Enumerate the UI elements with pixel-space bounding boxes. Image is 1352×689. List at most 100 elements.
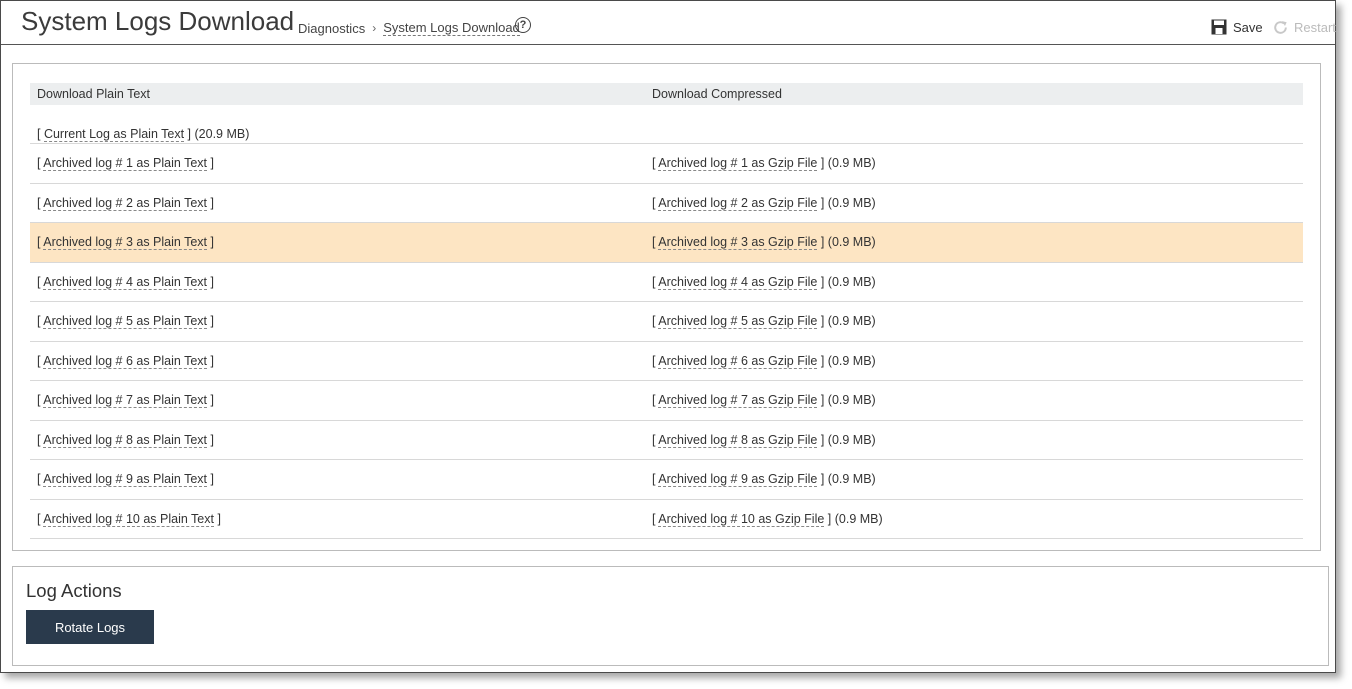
bracket: ]: [207, 353, 214, 368]
plain-text-cell: [ Archived log # 4 as Plain Text ]: [37, 274, 214, 290]
table-row: [ Archived log # 1 as Plain Text ] [ Arc…: [30, 144, 1303, 184]
bracket: ]: [207, 393, 214, 408]
bracket: ]: [207, 195, 214, 210]
plain-text-cell: [ Current Log as Plain Text ] (20.9 MB): [37, 127, 250, 142]
gzip-cell: [ Archived log # 4 as Gzip File ] (0.9 M…: [652, 274, 876, 290]
gzip-cell: [ Archived log # 2 as Gzip File ] (0.9 M…: [652, 195, 876, 211]
file-size: (0.9 MB): [827, 195, 876, 210]
file-size: (0.9 MB): [827, 432, 876, 447]
bracket: ]: [817, 314, 828, 329]
table-row: [ Archived log # 8 as Plain Text ] [ Arc…: [30, 421, 1303, 460]
bracket: [: [37, 127, 44, 141]
table-row: [ Archived log # 6 as Plain Text ] [ Arc…: [30, 342, 1303, 381]
gzip-download-link[interactable]: Archived log # 7 as Gzip File: [658, 393, 818, 409]
table-row: [ Archived log # 7 as Plain Text ] [ Arc…: [30, 381, 1303, 421]
column-header-compressed: Download Compressed: [652, 87, 782, 101]
plain-text-download-link[interactable]: Archived log # 7 as Plain Text: [43, 393, 208, 409]
bracket: ]: [817, 235, 828, 250]
plain-text-download-link[interactable]: Archived log # 8 as Plain Text: [43, 432, 208, 448]
table-row: [ Archived log # 5 as Plain Text ] [ Arc…: [30, 302, 1303, 342]
file-size: (0.9 MB): [834, 511, 883, 526]
plain-text-download-link[interactable]: Archived log # 5 as Plain Text: [43, 314, 208, 330]
table-row: [ Archived log # 10 as Plain Text ] [ Ar…: [30, 500, 1303, 539]
plain-text-download-link[interactable]: Archived log # 4 as Plain Text: [43, 274, 208, 290]
bracket: ]: [817, 195, 828, 210]
file-size: (20.9 MB): [194, 127, 250, 141]
plain-text-download-link[interactable]: Current Log as Plain Text: [43, 127, 185, 142]
gzip-download-link[interactable]: Archived log # 2 as Gzip File: [658, 195, 818, 211]
file-size: (0.9 MB): [827, 393, 876, 408]
table-header: Download Plain Text Download Compressed: [30, 83, 1303, 105]
table-row: [ Archived log # 3 as Plain Text ] [ Arc…: [30, 223, 1303, 263]
log-actions-title: Log Actions: [26, 580, 122, 601]
table-body: [ Current Log as Plain Text ] (20.9 MB)[…: [30, 105, 1303, 539]
gzip-download-link[interactable]: Archived log # 8 as Gzip File: [658, 432, 818, 448]
gzip-cell: [ Archived log # 10 as Gzip File ] (0.9 …: [652, 511, 883, 527]
downloads-panel: Download Plain Text Download Compressed …: [12, 63, 1321, 551]
gzip-download-link[interactable]: Archived log # 6 as Gzip File: [658, 353, 818, 369]
gzip-cell: [ Archived log # 6 as Gzip File ] (0.9 M…: [652, 353, 876, 369]
restart-icon: [1274, 21, 1287, 34]
table-row: [ Archived log # 9 as Plain Text ] [ Arc…: [30, 460, 1303, 500]
bracket: ]: [207, 472, 214, 487]
help-icon[interactable]: ?: [515, 17, 531, 33]
page-title: System Logs Download: [21, 6, 295, 36]
file-size: (0.9 MB): [827, 274, 876, 289]
bracket: ]: [207, 314, 214, 329]
bracket: ]: [207, 156, 214, 171]
plain-text-cell: [ Archived log # 2 as Plain Text ]: [37, 195, 214, 211]
plain-text-cell: [ Archived log # 9 as Plain Text ]: [37, 472, 214, 488]
table-row: [ Archived log # 4 as Plain Text ] [ Arc…: [30, 263, 1303, 302]
plain-text-download-link[interactable]: Archived log # 1 as Plain Text: [43, 156, 208, 172]
gzip-cell: [ Archived log # 9 as Gzip File ] (0.9 M…: [652, 472, 876, 488]
plain-text-cell: [ Archived log # 1 as Plain Text ]: [37, 156, 214, 172]
gzip-download-link[interactable]: Archived log # 10 as Gzip File: [658, 511, 825, 527]
plain-text-download-link[interactable]: Archived log # 10 as Plain Text: [43, 511, 214, 527]
bracket: ]: [817, 472, 828, 487]
plain-text-cell: [ Archived log # 5 as Plain Text ]: [37, 314, 214, 330]
table-row: [ Archived log # 2 as Plain Text ] [ Arc…: [30, 184, 1303, 223]
restart-button[interactable]: Restart: [1272, 19, 1336, 36]
plain-text-download-link[interactable]: Archived log # 3 as Plain Text: [43, 235, 208, 251]
plain-text-download-link[interactable]: Archived log # 9 as Plain Text: [43, 472, 208, 488]
file-size: (0.9 MB): [827, 235, 876, 250]
gzip-download-link[interactable]: Archived log # 5 as Gzip File: [658, 314, 818, 330]
save-icon: [1211, 19, 1227, 35]
gzip-cell: [ Archived log # 7 as Gzip File ] (0.9 M…: [652, 393, 876, 409]
breadcrumb: Diagnostics › System Logs Download: [298, 20, 520, 36]
restart-label: Restart: [1294, 20, 1336, 35]
file-size: (0.9 MB): [827, 314, 876, 329]
plain-text-cell: [ Archived log # 10 as Plain Text ]: [37, 511, 221, 527]
breadcrumb-system-logs-download[interactable]: System Logs Download: [383, 20, 520, 36]
breadcrumb-diagnostics[interactable]: Diagnostics: [298, 21, 365, 36]
gzip-download-link[interactable]: Archived log # 9 as Gzip File: [658, 472, 818, 488]
table-row: [ Current Log as Plain Text ] (20.9 MB): [30, 105, 1303, 144]
chevron-right-icon: ›: [372, 21, 377, 35]
bracket: ]: [824, 511, 835, 526]
plain-text-cell: [ Archived log # 6 as Plain Text ]: [37, 353, 214, 369]
file-size: (0.9 MB): [827, 353, 876, 368]
gzip-cell: [ Archived log # 3 as Gzip File ] (0.9 M…: [652, 235, 876, 251]
rotate-logs-button[interactable]: Rotate Logs: [26, 610, 154, 644]
bracket: ]: [184, 127, 195, 141]
logs-table: Download Plain Text Download Compressed …: [30, 83, 1303, 539]
log-actions-panel: Log Actions Rotate Logs: [12, 566, 1329, 666]
save-button[interactable]: Save: [1211, 19, 1263, 35]
file-size: (0.9 MB): [827, 472, 876, 487]
gzip-download-link[interactable]: Archived log # 3 as Gzip File: [658, 235, 818, 251]
file-size: (0.9 MB): [827, 156, 876, 171]
gzip-cell: [ Archived log # 1 as Gzip File ] (0.9 M…: [652, 156, 876, 172]
gzip-cell: [ Archived log # 5 as Gzip File ] (0.9 M…: [652, 314, 876, 330]
app-window: System Logs Download Diagnostics › Syste…: [0, 0, 1336, 673]
plain-text-cell: [ Archived log # 3 as Plain Text ]: [37, 235, 214, 251]
plain-text-cell: [ Archived log # 8 as Plain Text ]: [37, 432, 214, 448]
plain-text-download-link[interactable]: Archived log # 2 as Plain Text: [43, 195, 208, 211]
bracket: ]: [817, 432, 828, 447]
plain-text-download-link[interactable]: Archived log # 6 as Plain Text: [43, 353, 208, 369]
bracket: ]: [207, 432, 214, 447]
bracket: ]: [207, 235, 214, 250]
bracket: ]: [213, 511, 221, 526]
gzip-download-link[interactable]: Archived log # 1 as Gzip File: [658, 156, 818, 172]
gzip-download-link[interactable]: Archived log # 4 as Gzip File: [658, 274, 818, 290]
bracket: ]: [817, 274, 828, 289]
